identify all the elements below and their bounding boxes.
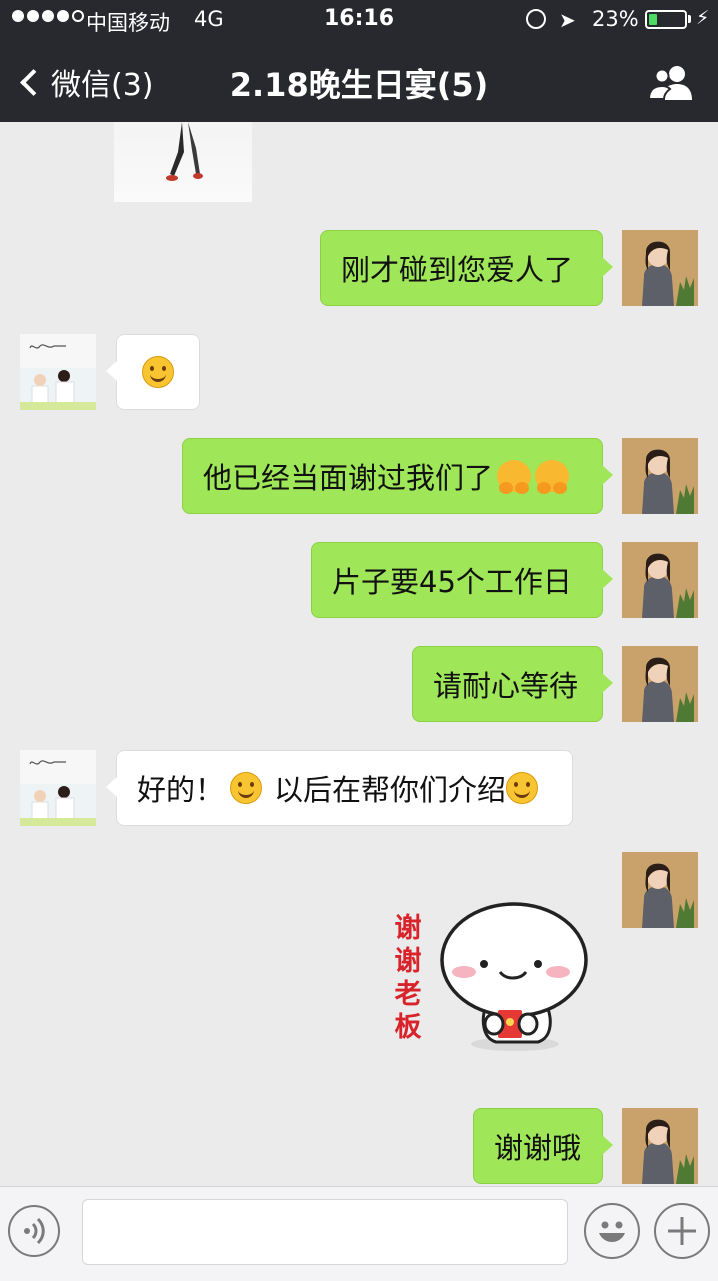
my-avatar[interactable] — [622, 438, 698, 514]
message-text-part-a: 好的！ — [137, 773, 225, 807]
smile-emoji-icon — [142, 356, 174, 388]
message-bubble-outgoing[interactable]: 他已经当面谢过我们了 — [182, 438, 613, 514]
plus-icon — [668, 1217, 696, 1245]
message-bubble-outgoing[interactable]: 谢谢哦 — [473, 1108, 613, 1184]
message-text-part-b: 以后在帮你们介绍 — [274, 773, 507, 807]
sticker-message[interactable]: 谢谢老板 — [388, 892, 598, 1102]
message-bubble-outgoing[interactable]: 刚才碰到您爱人了 — [320, 230, 613, 306]
more-plus-icon[interactable] — [654, 1203, 710, 1259]
avatar-photo — [20, 334, 96, 410]
navigation-bar: 微信(3) 2.18晚生日宴(5) — [0, 40, 718, 122]
top-bar: 中国移动 4G 16:16 ➤ 23% ⚡ 微信(3) 2.18晚生日宴(5) — [0, 0, 718, 122]
message-text: 他已经当面谢过我们了 — [203, 461, 494, 495]
message-text: 谢谢哦 — [494, 1131, 582, 1165]
orientation-lock-icon — [526, 9, 546, 29]
my-avatar[interactable] — [622, 646, 698, 722]
my-avatar[interactable] — [622, 542, 698, 618]
emoji-picker-icon[interactable] — [584, 1203, 640, 1259]
avatar-photo — [622, 1108, 698, 1184]
battery-percent: 23% — [592, 7, 639, 31]
smile-emoji-icon — [230, 772, 263, 804]
location-arrow-icon: ➤ — [559, 8, 576, 32]
chat-title: 2.18晚生日宴(5) — [229, 66, 489, 104]
avatar-photo — [622, 646, 698, 722]
my-avatar[interactable] — [622, 852, 698, 928]
hug-emoji-icon — [535, 460, 570, 494]
thanks-boss-sticker-image — [440, 902, 588, 1051]
my-avatar[interactable] — [622, 1108, 698, 1184]
battery-charging-icon — [645, 10, 687, 29]
voice-waves-icon — [24, 1217, 45, 1245]
battery-cap — [688, 15, 691, 23]
battery-level-fill — [649, 14, 657, 25]
smiley-face-icon — [599, 1221, 625, 1242]
chat-area[interactable]: 刚才碰到您爱人了 他已经当面谢过我们了 片子要45个工作日 请耐心等待 好的！ … — [0, 122, 718, 1186]
voice-input-icon[interactable] — [8, 1205, 60, 1257]
avatar-photo — [622, 542, 698, 618]
input-bar — [0, 1186, 718, 1281]
status-bar: 中国移动 4G 16:16 ➤ 23% ⚡ — [0, 0, 718, 40]
charging-bolt-icon: ⚡ — [696, 7, 710, 29]
avatar-photo — [622, 852, 698, 928]
avatar-photo — [622, 230, 698, 306]
my-avatar[interactable] — [622, 230, 698, 306]
image-message[interactable] — [114, 122, 252, 202]
hug-emoji-icon — [497, 460, 532, 494]
message-bubble-incoming[interactable] — [106, 334, 200, 410]
message-text: 刚才碰到您爱人了 — [341, 253, 574, 287]
group-members-icon[interactable] — [648, 62, 696, 102]
message-text: 请耐心等待 — [433, 669, 579, 703]
figure-image — [166, 122, 203, 181]
friend-avatar[interactable] — [20, 334, 96, 410]
message-bubble-outgoing[interactable]: 请耐心等待 — [412, 646, 613, 722]
message-text: 片子要45个工作日 — [332, 565, 572, 599]
avatar-photo — [20, 750, 96, 826]
message-bubble-outgoing[interactable]: 片子要45个工作日 — [311, 542, 613, 618]
message-input[interactable] — [82, 1199, 568, 1265]
smile-emoji-icon — [506, 772, 539, 804]
friend-avatar[interactable] — [20, 750, 96, 826]
sticker-caption: 谢谢老板 — [394, 913, 422, 1043]
avatar-photo — [622, 438, 698, 514]
message-bubble-incoming[interactable]: 好的！ 以后在帮你们介绍 — [106, 750, 573, 826]
